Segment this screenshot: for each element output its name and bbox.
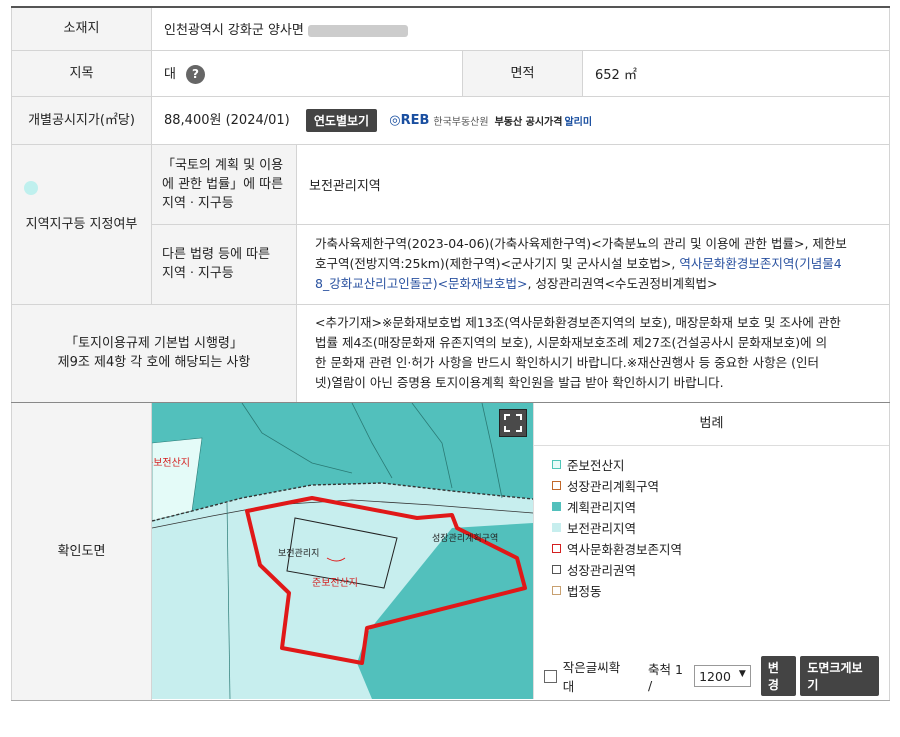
reb-service: 부동산 공시가격	[494, 116, 563, 128]
heritage-zone-link[interactable]: 역사문화환경보존지역(기념물4	[679, 256, 841, 271]
scale-select[interactable]: 1200 ▼	[694, 665, 751, 687]
reb-org: 한국부동산원	[433, 116, 489, 128]
legend-item: 역사문화환경보존지역	[534, 538, 889, 559]
price-value: 88,400원 (2024/01)	[164, 112, 290, 128]
scale-label: 축척 1 /	[648, 662, 683, 693]
map-controls: 작은글씨확대 축척 1 / 1200 ▼ 변경 도면크게보기	[544, 656, 879, 696]
zoning-label: 지역지구등 지정여부	[11, 143, 152, 305]
national-law-label: 「국토의 계획 및 이용 에 관한 법률」에 따른 지역ㆍ지구등	[151, 143, 297, 225]
legend-swatch	[552, 565, 561, 574]
chevron-down-icon: ▼	[738, 669, 746, 679]
location-value: 인천광역시 강화군 양사면	[151, 6, 890, 51]
yearly-view-button[interactable]: 연도별보기	[305, 108, 378, 132]
map-label-growth: 성장관리계획구역	[432, 532, 498, 544]
area-value: 652 ㎡	[582, 49, 890, 97]
legend-swatch	[552, 586, 561, 595]
regulation-value: <추가기재>※문화재보호법 제13조(역사문화환경보존지역의 보호), 매장문화…	[296, 303, 890, 403]
price-label: 개별공시지가(㎡당)	[11, 95, 152, 145]
small-font-label: 작은글씨확대	[562, 660, 621, 694]
masked-address	[307, 24, 408, 37]
legend-item: 계획관리지역	[534, 496, 889, 517]
legend-label: 준보전산지	[567, 458, 625, 473]
regulation-label: 「토지이용규제 기본법 시행령」 제9조 제4항 각 호에 해당되는 사항	[11, 303, 297, 403]
legend-item: 성장관리권역	[534, 559, 889, 580]
legend-swatch	[552, 460, 561, 469]
legend-item: 보전관리지역	[534, 517, 889, 538]
legend-label: 성장관리권역	[567, 563, 637, 578]
map-view[interactable]: 준보전산지 보전관리지 준보전산지 성장관리계획구역	[152, 403, 533, 699]
cadastral-map: 준보전산지 보전관리지 준보전산지 성장관리계획구역	[152, 403, 533, 699]
reb-app: 알리미	[564, 116, 593, 128]
price-value-cell: 88,400원 (2024/01) 연도별보기 ◎REB 한국부동산원 부동산 …	[151, 95, 890, 145]
scale-change-button[interactable]: 변경	[760, 656, 797, 696]
national-law-value: 보전관리지역	[296, 143, 890, 225]
map-section-label: 확인도면	[11, 401, 152, 701]
legend-item: 성장관리계획구역	[534, 475, 889, 496]
other-law-label: 다른 법령 등에 따른 지역ㆍ지구등	[151, 223, 297, 305]
location-label: 소재지	[11, 6, 152, 51]
reb-link[interactable]: ◎REB 한국부동산원 부동산 공시가격 알리미	[389, 113, 592, 128]
legend-swatch	[552, 502, 561, 511]
legend-swatch	[552, 523, 561, 532]
legend-item: 준보전산지	[534, 454, 889, 475]
map-section-content: 준보전산지 보전관리지 준보전산지 성장관리계획구역 범례 준보전산지성장관리계…	[151, 401, 890, 701]
legend-swatch	[552, 544, 561, 553]
legend-swatch	[552, 481, 561, 490]
legend-label: 보전관리지역	[567, 521, 637, 536]
map-label-parcel-b: 준보전산지	[312, 577, 358, 589]
legend-label: 법정동	[567, 584, 602, 599]
land-category-value: 대?	[151, 49, 463, 97]
reb-logo: ◎REB	[389, 112, 430, 128]
heritage-zone-link-cont[interactable]: 8_강화교산리고인돌군)<문화재보호법>	[315, 276, 528, 291]
help-icon[interactable]: ?	[185, 64, 205, 84]
small-font-checkbox[interactable]	[544, 669, 557, 683]
legend-label: 성장관리계획구역	[567, 479, 660, 494]
legend-label: 계획관리지역	[567, 500, 637, 515]
map-label-parcel-a: 보전관리지	[278, 548, 319, 559]
legend-item: 법정동	[534, 580, 889, 601]
map-label-zone-left: 준보전산지	[152, 457, 190, 469]
fullscreen-icon[interactable]	[499, 409, 527, 437]
land-category-label: 지목	[11, 49, 152, 97]
legend-label: 역사문화환경보존지역	[567, 542, 683, 557]
enlarge-map-button[interactable]: 도면크게보기	[800, 656, 879, 696]
area-label: 면적	[462, 49, 583, 97]
land-use-plan-table: 소재지 인천광역시 강화군 양사면 지목 대? 면적 652 ㎡ 개별공시지가(…	[11, 6, 890, 701]
legend-panel: 범례 준보전산지성장관리계획구역계획관리지역보전관리지역역사문화환경보존지역성장…	[533, 403, 889, 699]
legend-title: 범례	[534, 403, 889, 446]
other-law-value: 가축사육제한구역(2023-04-06)(가축사육제한구역)<가축분뇨의 관리 …	[296, 223, 890, 305]
